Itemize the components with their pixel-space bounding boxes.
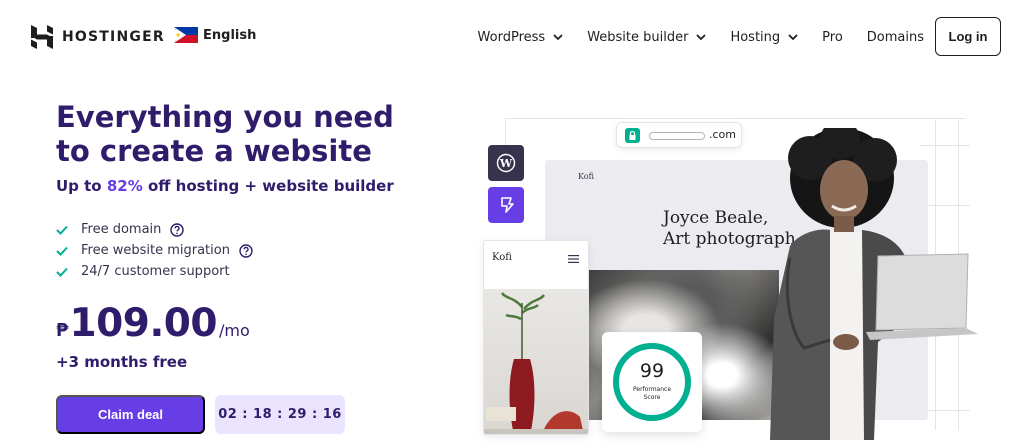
browser-address-bar: .com: [616, 122, 742, 148]
language-label: English: [203, 27, 257, 43]
check-icon: [56, 246, 68, 256]
feature-list: Free domain Free website migration 24/7 …: [56, 219, 253, 282]
subline-suffix: off hosting + website builder: [142, 177, 394, 195]
nav-item-website-builder[interactable]: Website builder: [587, 29, 707, 45]
price: ₱ 109.00 /mo: [56, 301, 250, 346]
discount-percent: 82%: [106, 177, 143, 195]
svg-text:W: W: [499, 157, 513, 170]
nav-item-label: WordPress: [477, 29, 546, 45]
hostinger-logo[interactable]: HOSTINGER: [31, 25, 165, 49]
lock-icon: [625, 128, 640, 143]
vase-illustration: [484, 292, 588, 434]
site-header: HOSTINGER English WordPress Website buil…: [0, 0, 1024, 72]
site-brand: Kofi: [578, 172, 594, 181]
hero-illustration: Kofi Joyce Beale, Art photograph .com W …: [480, 110, 980, 440]
mobile-brand: Kofi: [492, 252, 512, 263]
url-tld: .com: [709, 128, 736, 141]
wordpress-icon: W: [496, 153, 516, 173]
philippines-flag-icon: [174, 27, 198, 43]
hostinger-logo-icon: [31, 25, 53, 49]
nav-item-label: Hosting: [730, 29, 781, 45]
language-selector[interactable]: English: [174, 27, 256, 43]
performance-label-line: Performance: [632, 386, 672, 393]
check-icon: [56, 225, 68, 235]
photographer-person-image: [770, 128, 978, 440]
bonus-offer: +3 months free: [56, 353, 188, 371]
nav-item-hosting[interactable]: Hosting: [730, 30, 798, 45]
feature-label: Free domain: [81, 222, 162, 237]
grid-line: [505, 118, 506, 148]
mobile-preview: Kofi: [483, 240, 589, 435]
hero-headline: Everything you need to create a website: [56, 100, 394, 168]
wordpress-tile: W: [488, 145, 524, 181]
hero-subline: Up to 82% off hosting + website builder: [56, 177, 394, 195]
nav-item-wordpress[interactable]: WordPress: [478, 30, 564, 45]
chevron-down-icon: [696, 33, 707, 40]
website-builder-icon: [501, 197, 514, 213]
website-builder-tile: [488, 187, 524, 223]
feature-item: Free website migration: [56, 240, 253, 261]
main-nav: WordPress Website builder Hosting Pro Do…: [478, 25, 924, 49]
nav-item-label: Pro: [822, 29, 843, 45]
nav-item-label: Website builder: [587, 29, 689, 45]
countdown-timer: 02 : 18 : 29 : 16: [215, 395, 345, 434]
performance-score: 99: [639, 360, 665, 382]
price-currency: ₱: [56, 320, 69, 341]
vase-photo: [484, 289, 588, 434]
performance-score-card: 99 Performance Score: [602, 332, 702, 432]
price-period: /mo: [219, 321, 250, 340]
menu-icon: [568, 255, 579, 263]
nav-item-pro[interactable]: Pro: [822, 30, 843, 45]
subline-prefix: Up to: [56, 177, 107, 195]
feature-item: 24/7 customer support: [56, 261, 253, 282]
chevron-down-icon: [553, 33, 563, 40]
feature-label: 24/7 customer support: [81, 264, 230, 279]
performance-ring: [613, 343, 691, 421]
feature-item: Free domain: [56, 219, 253, 240]
login-button[interactable]: Log in: [935, 17, 1001, 56]
price-amount: 109.00: [69, 301, 218, 346]
help-icon[interactable]: [170, 222, 185, 237]
grid-line: [505, 118, 965, 119]
help-icon[interactable]: [239, 243, 253, 258]
brand-name: HOSTINGER: [62, 29, 165, 45]
performance-label: Performance Score: [602, 386, 702, 402]
chevron-down-icon: [788, 33, 798, 40]
feature-label: Free website migration: [81, 243, 230, 258]
url-placeholder: [649, 132, 705, 140]
check-icon: [56, 267, 68, 277]
nav-item-label: Domains: [866, 29, 924, 45]
claim-deal-button[interactable]: Claim deal: [56, 395, 205, 434]
performance-label-line: Score: [643, 394, 661, 401]
nav-item-domains[interactable]: Domains: [867, 30, 924, 45]
